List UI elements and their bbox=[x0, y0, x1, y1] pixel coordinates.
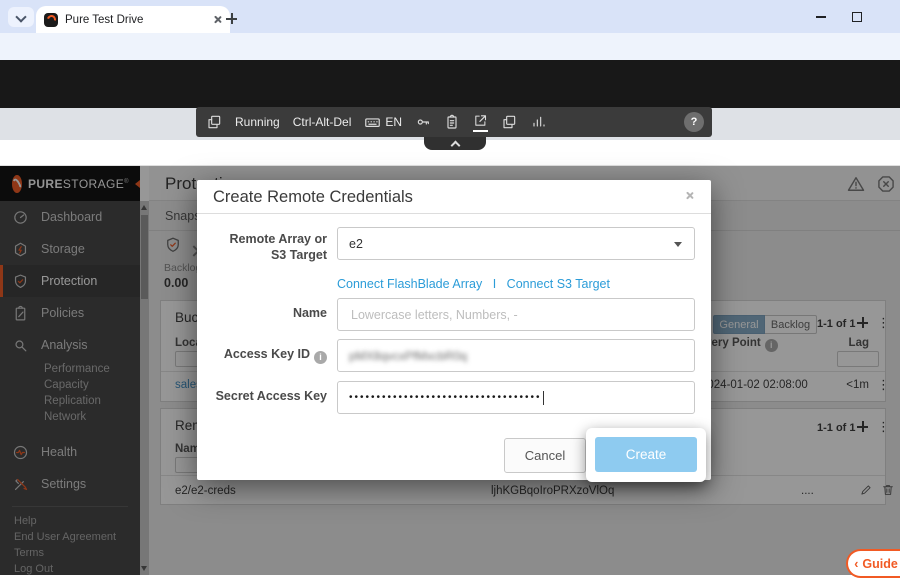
access-key-input[interactable]: pMX8qvcxPfMxcbR0q bbox=[337, 339, 695, 372]
create-remote-credentials-modal: Create Remote Credentials Remote Array o… bbox=[197, 180, 711, 480]
ctrl-alt-del-button[interactable]: Ctrl-Alt-Del bbox=[293, 115, 352, 129]
keyboard-icon bbox=[364, 114, 381, 131]
connect-flashblade-link[interactable]: Connect FlashBlade Array bbox=[337, 277, 482, 291]
console-header: Introduction to ... 03:13 AG bbox=[0, 60, 900, 108]
open-external-button[interactable] bbox=[473, 113, 488, 132]
select-caret-icon bbox=[674, 242, 682, 247]
info-icon: i bbox=[314, 351, 327, 364]
vm-status-label: Running bbox=[235, 115, 280, 129]
open-external-icon bbox=[473, 113, 488, 128]
window-maximize-button[interactable] bbox=[852, 12, 862, 22]
credentials-key-icon[interactable] bbox=[415, 114, 431, 130]
target-label-line1: Remote Array or bbox=[205, 232, 327, 246]
window-minimize-button[interactable] bbox=[816, 16, 826, 18]
display-duplicate-icon[interactable] bbox=[206, 114, 222, 130]
guide-label: Guide bbox=[862, 557, 897, 571]
access-key-value-blurred: pMX8qvcxPfMxcbR0q bbox=[349, 349, 467, 363]
outer-tab-title: Pure Test Drive bbox=[65, 14, 206, 26]
text-cursor bbox=[543, 391, 544, 405]
outer-tab-strip: Pure Test Drive bbox=[0, 0, 900, 33]
access-key-label: Access Key IDi bbox=[205, 347, 327, 364]
keyboard-layout-button[interactable]: EN bbox=[364, 114, 402, 131]
pure-favicon bbox=[44, 13, 58, 27]
secret-key-masked-value: ••••••••••••••••••••••••••••••••••• bbox=[349, 392, 542, 403]
create-button[interactable]: Create bbox=[595, 437, 697, 472]
remote-array-select[interactable]: e2 bbox=[337, 227, 695, 260]
guide-button[interactable]: ‹ Guide bbox=[846, 549, 900, 578]
selected-target-value: e2 bbox=[349, 237, 363, 251]
name-input-wrap bbox=[337, 298, 695, 331]
create-button-highlight: Create bbox=[586, 428, 706, 482]
keyboard-lang-label: EN bbox=[385, 115, 402, 129]
connection-signal-icon bbox=[530, 114, 546, 130]
help-label: ? bbox=[691, 116, 698, 128]
new-tab-button[interactable] bbox=[226, 13, 237, 24]
target-label-line2: S3 Target bbox=[205, 248, 327, 262]
connect-links: Connect FlashBlade Array I Connect S3 Ta… bbox=[337, 277, 610, 291]
cancel-button[interactable]: Cancel bbox=[504, 438, 586, 473]
name-label: Name bbox=[205, 306, 327, 320]
help-button[interactable]: ? bbox=[684, 112, 704, 132]
link-separator: I bbox=[493, 277, 496, 291]
tab-close-icon[interactable] bbox=[213, 15, 222, 24]
screen: Pure Test Drive testdrive.purestorage.co… bbox=[0, 0, 900, 580]
chevron-up-icon bbox=[450, 140, 460, 150]
outer-browser-tab[interactable]: Pure Test Drive bbox=[36, 6, 230, 33]
secret-key-label: Secret Access Key bbox=[205, 389, 327, 403]
name-input[interactable] bbox=[349, 307, 683, 323]
remote-console-toolbar: Running Ctrl-Alt-Del EN ? bbox=[196, 107, 712, 137]
modal-close-icon[interactable] bbox=[685, 191, 697, 203]
connect-s3-link[interactable]: Connect S3 Target bbox=[507, 277, 610, 291]
chevron-down-icon bbox=[15, 11, 26, 22]
clipboard-icon[interactable] bbox=[444, 114, 460, 130]
modal-title: Create Remote Credentials bbox=[213, 188, 413, 207]
chevron-left-icon: ‹ bbox=[854, 557, 858, 571]
toolbar-collapse-tab[interactable] bbox=[424, 137, 486, 150]
secret-key-input[interactable]: ••••••••••••••••••••••••••••••••••• bbox=[337, 381, 695, 414]
windows-icon[interactable] bbox=[501, 114, 517, 130]
outer-toolbar: testdrive.purestorage.com/user/console?i… bbox=[0, 33, 900, 60]
tab-search-button[interactable] bbox=[8, 7, 34, 27]
